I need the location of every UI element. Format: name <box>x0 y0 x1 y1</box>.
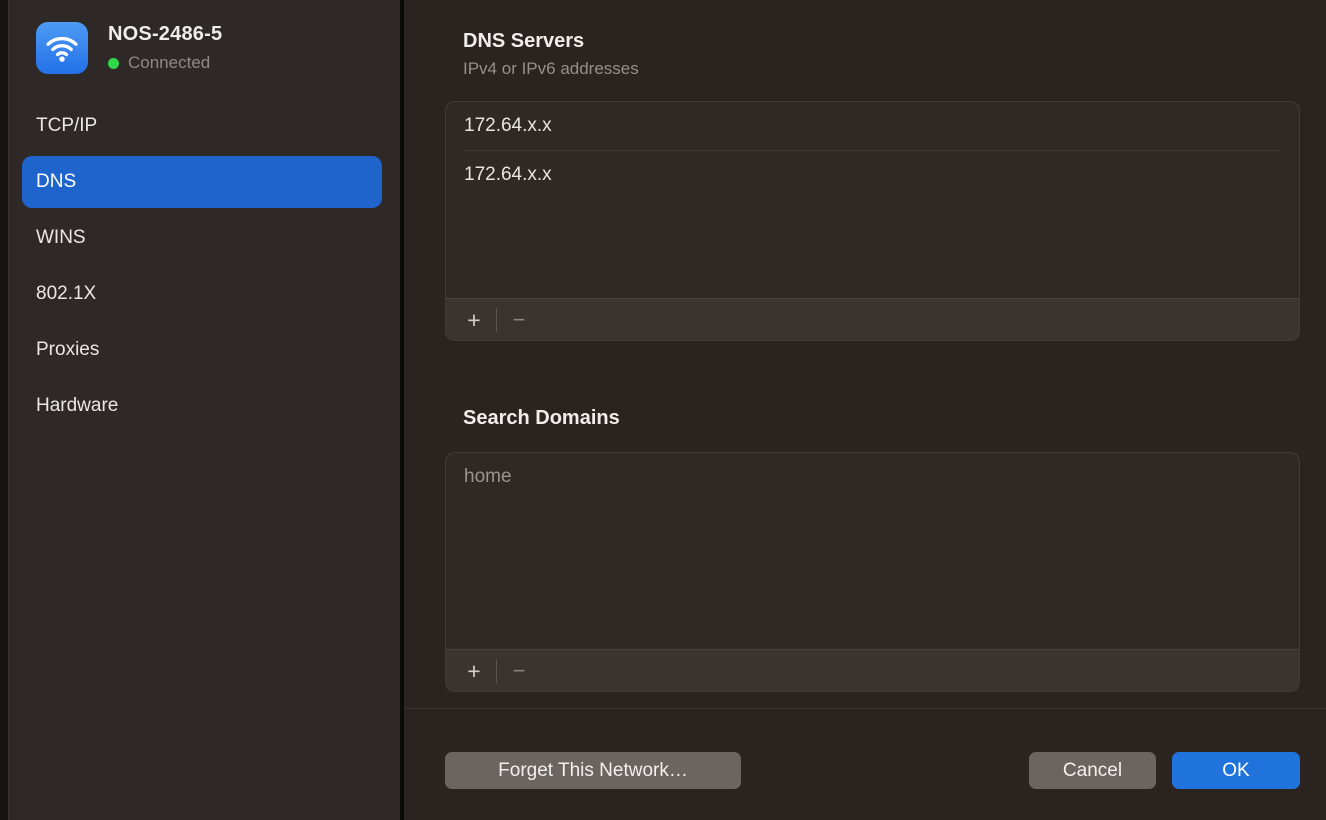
connected-status-dot <box>108 58 119 69</box>
plus-minus-separator <box>496 308 497 332</box>
cancel-button[interactable]: Cancel <box>1029 752 1156 789</box>
dns-remove-button[interactable]: − <box>501 299 537 341</box>
search-domains-listbox: home + − <box>445 452 1300 692</box>
sidebar-item-hardware[interactable]: Hardware <box>22 380 382 432</box>
network-name: NOS-2486-5 <box>108 23 222 46</box>
dns-add-button[interactable]: + <box>456 299 492 341</box>
dns-server-entry[interactable]: 172.64.x.x <box>446 102 1299 150</box>
dns-servers-title: DNS Servers <box>445 30 1300 53</box>
search-domains-title: Search Domains <box>445 407 1300 430</box>
sidebar: NOS-2486-5 Connected TCP/IP DNS WINS 802… <box>9 0 400 820</box>
dns-servers-subtitle: IPv4 or IPv6 addresses <box>445 59 1300 79</box>
forget-network-button[interactable]: Forget This Network… <box>445 752 741 789</box>
sidebar-item-proxies[interactable]: Proxies <box>22 324 382 376</box>
network-details-window: NOS-2486-5 Connected TCP/IP DNS WINS 802… <box>0 0 1326 820</box>
plus-minus-separator <box>496 659 497 683</box>
network-header: NOS-2486-5 Connected <box>9 0 400 74</box>
domain-add-button[interactable]: + <box>456 650 492 692</box>
sidebar-item-wins[interactable]: WINS <box>22 212 382 264</box>
dns-servers-footer: + − <box>446 298 1299 340</box>
dns-servers-listbox: 172.64.x.x 172.64.x.x + − <box>445 101 1300 341</box>
dns-settings-pane: DNS Servers IPv4 or IPv6 addresses 172.6… <box>404 0 1326 820</box>
wifi-icon <box>36 22 88 74</box>
footer-button-bar: Forget This Network… Cancel OK <box>445 752 1300 789</box>
sidebar-item-tcpip[interactable]: TCP/IP <box>22 100 382 152</box>
footer-divider <box>404 708 1326 709</box>
section-gap <box>445 341 1300 407</box>
connected-status-label: Connected <box>128 53 210 73</box>
search-domains-rows: home <box>446 453 1299 649</box>
ok-button[interactable]: OK <box>1172 752 1300 789</box>
settings-nav: TCP/IP DNS WINS 802.1X Proxies Hardware <box>9 100 400 432</box>
window-edge-strip <box>0 0 9 820</box>
dns-server-entry[interactable]: 172.64.x.x <box>446 151 1299 199</box>
network-meta: NOS-2486-5 Connected <box>108 23 222 73</box>
sidebar-item-8021x[interactable]: 802.1X <box>22 268 382 320</box>
dns-servers-rows: 172.64.x.x 172.64.x.x <box>446 102 1299 298</box>
search-domain-entry[interactable]: home <box>446 453 1299 501</box>
network-status: Connected <box>108 53 222 73</box>
sidebar-item-dns[interactable]: DNS <box>22 156 382 208</box>
domain-remove-button[interactable]: − <box>501 650 537 692</box>
search-domains-footer: + − <box>446 649 1299 691</box>
